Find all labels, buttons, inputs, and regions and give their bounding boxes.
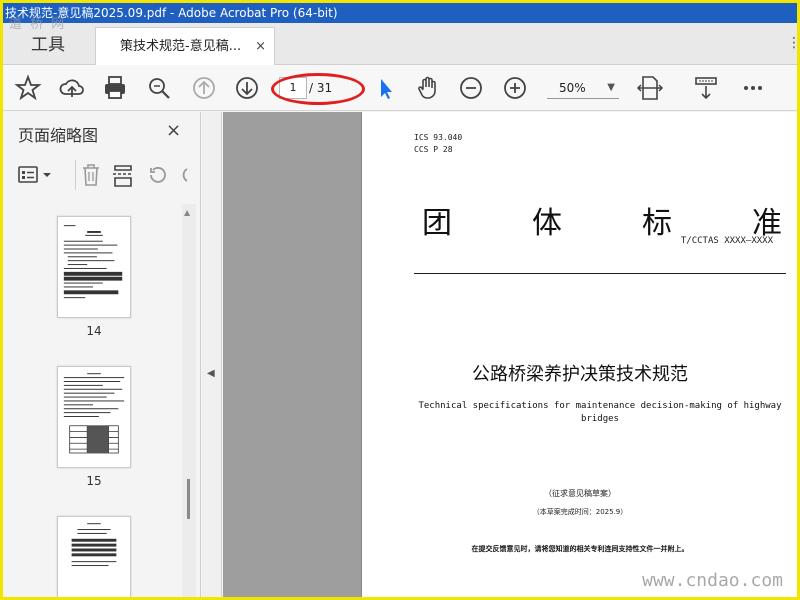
draft-date: （本草案完成时间：2025.9） xyxy=(532,508,628,516)
pane-toolbar xyxy=(17,160,197,190)
upload-cloud-icon[interactable] xyxy=(57,73,87,103)
ics-code: ICS 93.040 CCS P 28 xyxy=(414,132,462,156)
scroll-mode-icon[interactable] xyxy=(691,73,721,103)
rotate-right-icon[interactable] xyxy=(177,160,189,190)
thumbnail-options-icon[interactable] xyxy=(17,160,57,190)
heading-char: 体 xyxy=(532,206,562,241)
page-thumbnail[interactable] xyxy=(57,216,131,318)
document-title-en: Technical specifications for maintenance… xyxy=(418,401,782,424)
zoom-value: 50% xyxy=(559,81,586,95)
pane-divider xyxy=(75,160,76,190)
toolbar: 1 / 31 50% ▼ xyxy=(3,65,797,111)
thumbnail-scrollbar[interactable]: ▲ xyxy=(182,204,196,597)
pane-title: 页面缩略图 xyxy=(18,126,99,145)
tab-document-label: 策技术规范-意见稿... xyxy=(120,39,242,54)
zoom-out-icon[interactable] xyxy=(456,73,486,103)
page-thumbnail[interactable] xyxy=(57,366,131,468)
tab-bar: 工具 策技术规范-意见稿... × ⋮ xyxy=(3,23,797,65)
document-title-cn: 公路桥梁养护决策技术规范 xyxy=(472,364,688,385)
page-rule xyxy=(414,273,786,274)
tab-close-icon[interactable]: × xyxy=(255,28,266,66)
tab-scroll-icon[interactable]: ⋮ xyxy=(787,35,797,53)
page-down-icon[interactable] xyxy=(232,73,262,103)
document-page: ICS 93.040 CCS P 28 团 体 标 准 T/CCTAS XXXX… xyxy=(361,112,797,597)
standard-code: T/CCTAS XXXX—XXXX xyxy=(680,236,773,246)
ics-line: ICS 93.040 xyxy=(414,133,463,142)
pane-close-icon[interactable]: × xyxy=(166,120,181,141)
ccs-line: CCS P 28 xyxy=(414,145,453,154)
star-icon[interactable] xyxy=(13,73,43,103)
draft-status: （征求意见稿草案） xyxy=(544,489,616,498)
watermark-url: www.cndao.com xyxy=(642,570,783,591)
print-icon[interactable] xyxy=(100,73,130,103)
document-viewport: ICS 93.040 CCS P 28 团 体 标 准 T/CCTAS XXXX… xyxy=(223,112,797,597)
feedback-note: 在提交反馈意见时，请将您知道的相关专利连同支持性文件一并附上。 xyxy=(471,545,689,553)
tab-document[interactable]: 策技术规范-意见稿... × xyxy=(95,27,275,65)
watermark-logo: 道 桥 网 xyxy=(9,17,67,32)
chevron-down-icon: ▼ xyxy=(607,82,615,93)
zoom-select[interactable]: 50% ▼ xyxy=(547,77,619,99)
highlight-annotation xyxy=(271,73,365,105)
delete-icon[interactable] xyxy=(79,160,103,190)
extract-page-icon[interactable] xyxy=(111,160,135,190)
page-up-icon[interactable] xyxy=(189,73,219,103)
thumbnails-pane: 页面缩略图 × 14 15 ▲ xyxy=(3,112,201,597)
zoom-in-icon[interactable] xyxy=(500,73,530,103)
collapse-arrow-icon[interactable]: ◀ xyxy=(207,368,215,379)
rotate-left-icon[interactable] xyxy=(145,160,169,190)
thumbnail-page-label: 15 xyxy=(86,474,102,488)
more-icon[interactable] xyxy=(738,73,768,103)
select-arrow-icon[interactable] xyxy=(371,73,401,103)
heading-char: 团 xyxy=(422,206,452,241)
hand-icon[interactable] xyxy=(413,73,443,103)
search-zoom-icon[interactable] xyxy=(144,73,174,103)
pane-collapse-strip[interactable]: ◀ xyxy=(202,112,222,597)
window-title-bar: 技术规范-意见稿2025.09.pdf - Adobe Acrobat Pro … xyxy=(3,3,797,23)
window-frame: 技术规范-意见稿2025.09.pdf - Adobe Acrobat Pro … xyxy=(0,0,800,600)
thumbnail-list: 14 15 xyxy=(3,204,181,597)
page-thumbnail[interactable] xyxy=(57,516,131,597)
scrollbar-thumb[interactable] xyxy=(187,479,190,519)
thumbnail-page-label: 14 xyxy=(86,324,102,338)
fit-page-icon[interactable] xyxy=(635,73,665,103)
heading-char: 标 xyxy=(642,206,672,241)
scroll-up-icon[interactable]: ▲ xyxy=(184,208,190,217)
